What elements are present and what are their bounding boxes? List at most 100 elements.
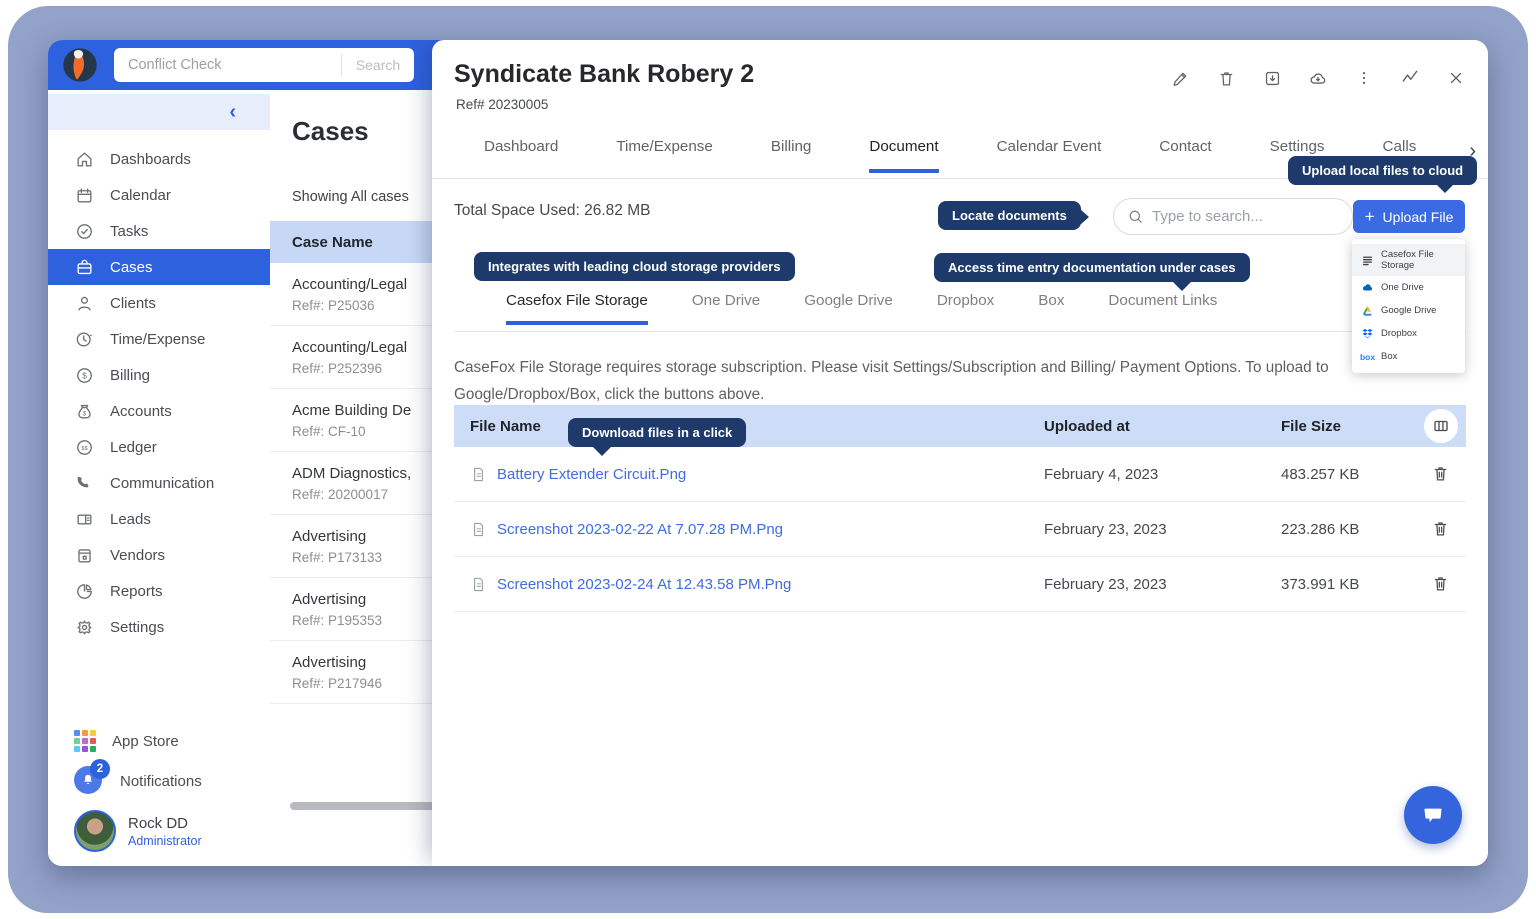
delete-icon[interactable] (1216, 68, 1236, 88)
more-options-icon[interactable] (1354, 68, 1374, 88)
case-name: Advertising (292, 591, 432, 608)
horizontal-scrollbar[interactable] (290, 802, 432, 810)
onedrive-icon (1361, 281, 1374, 294)
sidebar-item-label: Clients (110, 295, 156, 312)
search-placeholder: Type to search... (1152, 208, 1263, 225)
case-name: ADM Diagnostics, (292, 465, 432, 482)
conflict-check-input[interactable]: Conflict Check (114, 57, 341, 73)
app-store-label: App Store (112, 733, 179, 750)
cloud-download-icon[interactable] (1308, 68, 1328, 88)
sidebar-item-time-expense[interactable]: Time/Expense (48, 321, 270, 357)
case-name-column-header[interactable]: Case Name (270, 221, 432, 263)
sidebar-item-cases[interactable]: Cases (48, 249, 270, 285)
tab-dashboard[interactable]: Dashboard (484, 138, 558, 169)
case-ref-number: Ref# 20230005 (456, 97, 548, 112)
delete-file-icon[interactable] (1431, 519, 1451, 539)
uploaded-date: February 23, 2023 (1028, 576, 1265, 593)
case-list-item[interactable]: ADM Diagnostics, Ref#: 20200017 (270, 452, 432, 515)
storage-tab-one-drive[interactable]: One Drive (692, 292, 760, 321)
conflict-search-button[interactable]: Search (342, 57, 414, 73)
notifications-item[interactable]: 2 Notifications (74, 766, 262, 796)
user-role: Administrator (128, 834, 202, 848)
uploaded-date: February 4, 2023 (1028, 466, 1265, 483)
column-settings-button[interactable] (1424, 409, 1458, 443)
edit-icon[interactable] (1170, 68, 1190, 88)
menu-item-casefox-file-storage[interactable]: Casefox File Storage (1352, 244, 1465, 276)
tab-document[interactable]: Document (869, 138, 938, 173)
sidebar-item-dashboards[interactable]: Dashboards (48, 141, 270, 177)
archive-icon[interactable] (1262, 68, 1282, 88)
file-icon (470, 466, 487, 483)
menu-item-one-drive[interactable]: One Drive (1352, 276, 1465, 299)
file-link[interactable]: Screenshot 2023-02-22 At 7.07.28 PM.Png (497, 521, 783, 538)
document-row: Screenshot 2023-02-24 At 12.43.58 PM.Png… (454, 557, 1466, 612)
storage-tab-google-drive[interactable]: Google Drive (804, 292, 893, 321)
sidebar-item-accounts[interactable]: $ Accounts (48, 393, 270, 429)
chat-bubble-icon (1419, 801, 1447, 829)
home-icon (74, 149, 94, 169)
case-list-item[interactable]: Advertising Ref#: P217946 (270, 641, 432, 704)
tooltip-access-time-entry: Access time entry documentation under ca… (934, 253, 1250, 282)
tooltip-arrow (1080, 209, 1089, 225)
sidebar-item-calendar[interactable]: Calendar (48, 177, 270, 213)
file-link[interactable]: Battery Extender Circuit.Png (497, 466, 686, 483)
sidebar-item-billing[interactable]: $ Billing (48, 357, 270, 393)
svg-text:$: $ (82, 370, 87, 380)
menu-item-box[interactable]: box Box (1352, 345, 1465, 368)
upload-file-button[interactable]: + Upload File (1353, 200, 1465, 233)
file-icon (470, 521, 487, 538)
case-name: Advertising (292, 654, 432, 671)
dollar-circle-icon: $ (74, 365, 94, 385)
menu-item-google-drive[interactable]: Google Drive (1352, 299, 1465, 322)
activity-icon[interactable] (1400, 68, 1420, 88)
close-icon[interactable] (1446, 68, 1466, 88)
vendor-icon (74, 545, 94, 565)
sidebar-item-ledger[interactable]: $$ Ledger (48, 429, 270, 465)
case-name: Accounting/Legal (292, 339, 432, 356)
cases-panel-title: Cases (292, 116, 432, 147)
document-search[interactable]: Type to search... (1113, 198, 1353, 235)
tab-calendar-event[interactable]: Calendar Event (997, 138, 1102, 169)
file-icon (470, 576, 487, 593)
delete-file-icon[interactable] (1431, 574, 1451, 594)
tab-billing[interactable]: Billing (771, 138, 812, 169)
tooltip-locate-documents: Locate documents (938, 201, 1081, 230)
case-list-item[interactable]: Accounting/Legal Ref#: P252396 (270, 326, 432, 389)
case-list-item[interactable]: Advertising Ref#: P173133 (270, 515, 432, 578)
user-profile[interactable]: Rock DD Administrator (74, 810, 262, 852)
storage-tab-dropbox[interactable]: Dropbox (937, 292, 994, 321)
svg-text:$: $ (82, 411, 86, 417)
sidebar-item-label: Leads (110, 511, 151, 528)
cases-list-panel: Cases Showing All cases Case Name Accoun… (270, 90, 432, 866)
column-uploaded-at[interactable]: Uploaded at (1028, 418, 1265, 435)
tooltip-arrow (592, 446, 612, 456)
tab-contact[interactable]: Contact (1159, 138, 1211, 169)
sidebar-item-vendors[interactable]: Vendors (48, 537, 270, 573)
case-ref: Ref#: 20200017 (292, 487, 432, 502)
app-store-item[interactable]: App Store (74, 730, 262, 752)
storage-tab-document-links[interactable]: Document Links (1108, 292, 1217, 321)
sidebar-item-leads[interactable]: Leads (48, 501, 270, 537)
column-file-size[interactable]: File Size (1265, 418, 1410, 435)
sidebar-collapse-button[interactable]: ‹ (48, 94, 270, 130)
sidebar-item-tasks[interactable]: Tasks (48, 213, 270, 249)
case-name: Acme Building De (292, 402, 432, 419)
sidebar-item-settings[interactable]: Settings (48, 609, 270, 645)
sidebar-item-clients[interactable]: Clients (48, 285, 270, 321)
case-list-item[interactable]: Acme Building De Ref#: CF-10 (270, 389, 432, 452)
case-list-item[interactable]: Accounting/Legal Ref#: P25036 (270, 263, 432, 326)
check-circle-icon (74, 221, 94, 241)
storage-tab-box[interactable]: Box (1038, 292, 1064, 321)
tab-time-expense[interactable]: Time/Expense (616, 138, 713, 169)
storage-tab-casefox[interactable]: Casefox File Storage (506, 292, 648, 325)
menu-item-dropbox[interactable]: Dropbox (1352, 322, 1465, 345)
case-list-item[interactable]: Advertising Ref#: P195353 (270, 578, 432, 641)
file-link[interactable]: Screenshot 2023-02-24 At 12.43.58 PM.Png (497, 576, 791, 593)
chat-widget-button[interactable] (1404, 786, 1462, 844)
document-row: Screenshot 2023-02-22 At 7.07.28 PM.Png … (454, 502, 1466, 557)
sidebar-item-reports[interactable]: Reports (48, 573, 270, 609)
avatar (74, 810, 116, 852)
delete-file-icon[interactable] (1431, 464, 1451, 484)
sidebar-item-communication[interactable]: Communication (48, 465, 270, 501)
case-action-toolbar (1170, 68, 1466, 88)
